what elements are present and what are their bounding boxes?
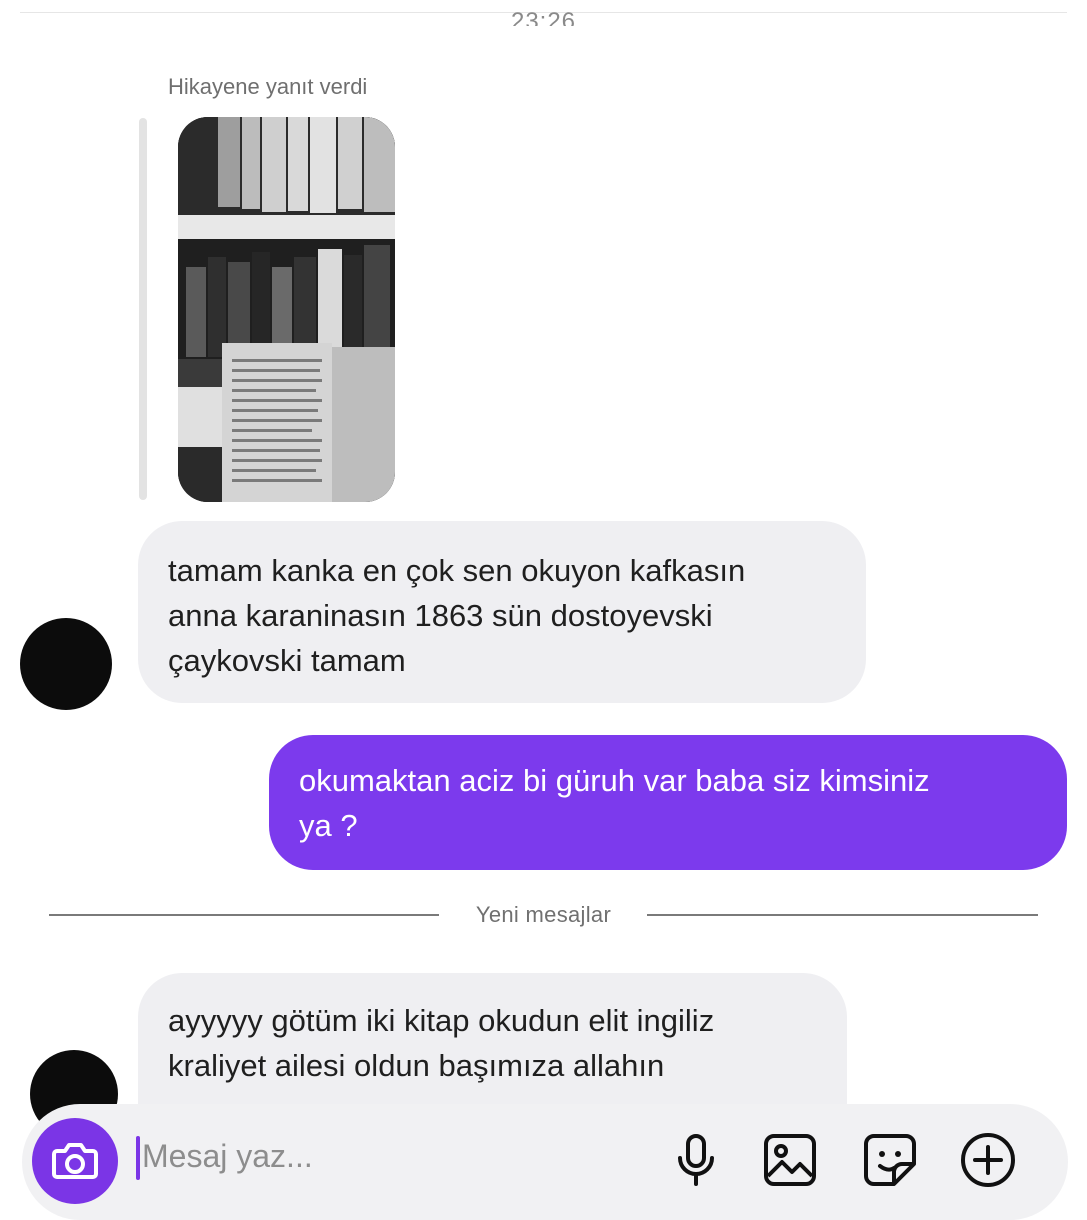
message-line: çaykovski tamam	[168, 643, 406, 678]
story-reply-bar	[139, 118, 147, 500]
incoming-message-bubble[interactable]: tamam kanka en çok sen okuyon kafkasın a…	[138, 521, 866, 703]
camera-button[interactable]	[32, 1118, 118, 1204]
text-cursor	[136, 1136, 140, 1180]
message-input[interactable]: Mesaj yaz...	[142, 1138, 313, 1175]
camera-icon	[52, 1143, 98, 1179]
gallery-icon	[764, 1134, 816, 1186]
message-line: tamam kanka en çok sen okuyon kafkasın	[168, 553, 746, 588]
message-line: kraliyet ailesi oldun başımıza allahın	[168, 1048, 665, 1083]
outgoing-message-bubble[interactable]: okumaktan aciz bi güruh var baba siz kim…	[269, 735, 1067, 870]
message-timestamp: 23:26	[510, 8, 577, 26]
plus-icon	[961, 1133, 1015, 1187]
sticker-icon	[864, 1134, 916, 1186]
sender-avatar[interactable]	[20, 618, 112, 710]
microphone-icon	[678, 1134, 714, 1186]
sticker-button[interactable]	[860, 1130, 920, 1190]
story-reply-caption: Hikayene yanıt verdi	[168, 74, 368, 99]
message-line: okumaktan aciz bi güruh var baba siz kim…	[299, 763, 930, 798]
message-line: ya ?	[299, 808, 358, 843]
gallery-button[interactable]	[760, 1130, 820, 1190]
microphone-button[interactable]	[666, 1130, 726, 1190]
new-messages-divider-right	[647, 914, 1038, 916]
message-line: anna karaninasın 1863 sün dostoyevski	[168, 598, 713, 633]
story-thumbnail[interactable]	[178, 117, 395, 502]
message-line: ayyyyy götüm iki kitap okudun elit ingil…	[168, 1003, 715, 1038]
more-button[interactable]	[958, 1130, 1018, 1190]
